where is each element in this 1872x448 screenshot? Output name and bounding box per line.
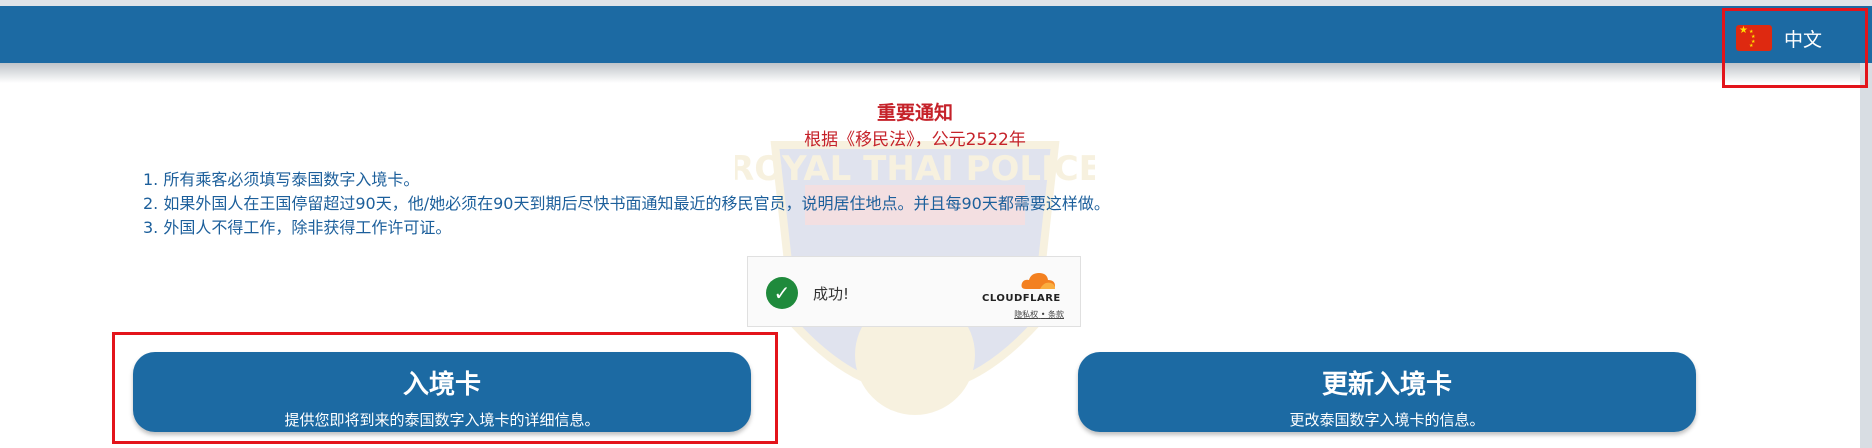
- privacy-link[interactable]: 隐私权: [1014, 310, 1038, 319]
- cloudflare-captcha-widget[interactable]: ✓ 成功! CLOUDFLARE 隐私权 • 条款: [747, 256, 1081, 327]
- captcha-links: 隐私权 • 条款: [1014, 309, 1064, 320]
- language-highlight-box: [1722, 8, 1868, 88]
- update-card-button[interactable]: 更新入境卡 更改泰国数字入境卡的信息。: [1078, 352, 1696, 432]
- success-check-icon: ✓: [766, 277, 798, 309]
- header-shadow: [0, 63, 1872, 83]
- list-item: 1. 所有乘客必须填写泰国数字入境卡。: [143, 170, 420, 189]
- notice-list: 1. 所有乘客必须填写泰国数字入境卡。 2. 如果外国人在王国停留超过90天，他…: [143, 168, 1110, 240]
- notice-subtitle: 根据《移民法》，公元2522年: [804, 130, 1026, 150]
- update-card-description: 更改泰国数字入境卡的信息。: [1289, 411, 1485, 429]
- cloudflare-brand: CLOUDFLARE: [982, 293, 1061, 304]
- terms-link[interactable]: 条款: [1048, 310, 1064, 319]
- header-bar: ★ ★ ★ ★ ★ 中文: [0, 6, 1872, 63]
- notice-title: 重要通知: [876, 102, 953, 124]
- cloudflare-logo: CLOUDFLARE: [982, 271, 1064, 305]
- cloud-icon: [1021, 273, 1055, 289]
- update-card-title: 更新入境卡: [1321, 370, 1452, 400]
- captcha-status: 成功!: [813, 285, 850, 303]
- arrival-card-highlight-box: [112, 332, 778, 444]
- list-item: 3. 外国人不得工作，除非获得工作许可证。: [143, 218, 452, 237]
- link-separator: •: [1040, 310, 1046, 319]
- scrollbar-track[interactable]: [1860, 63, 1872, 448]
- list-item: 2. 如果外国人在王国停留超过90天，他/她必须在90天到期后尽快书面通知最近的…: [143, 194, 1110, 213]
